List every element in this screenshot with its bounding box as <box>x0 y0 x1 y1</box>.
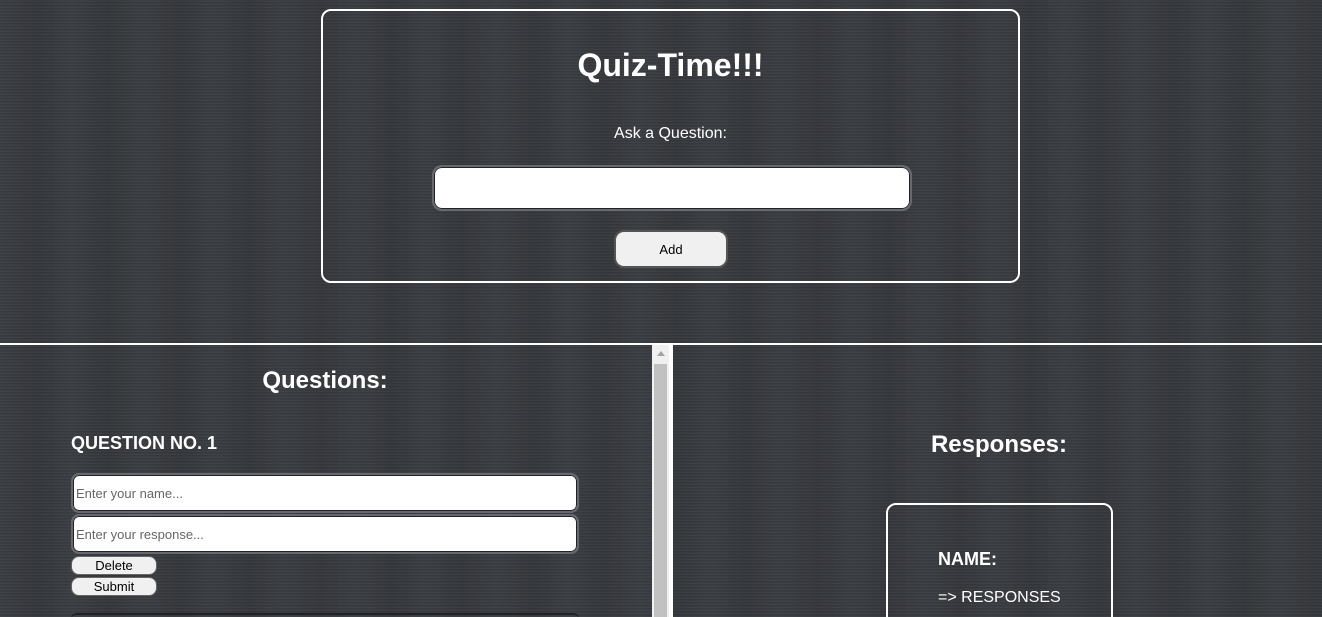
app-title: Quiz-Time!!! <box>577 47 764 83</box>
question-number: QUESTION NO. 1 <box>71 433 218 453</box>
questions-heading: Questions: <box>262 367 388 394</box>
submit-button[interactable]: Submit <box>71 577 157 596</box>
questions-scrollbar[interactable] <box>652 345 669 617</box>
name-input[interactable] <box>71 473 579 513</box>
ask-question-label: Ask a Question: <box>614 125 727 142</box>
add-button[interactable]: Add <box>614 230 728 268</box>
response-input[interactable] <box>71 514 579 554</box>
responses-heading: Responses: <box>930 431 1068 458</box>
scroll-up-arrow-icon[interactable] <box>652 345 669 362</box>
ask-question-card: Quiz-Time!!! Ask a Question: Add <box>321 9 1020 283</box>
scrollbar-thumb[interactable] <box>654 364 667 617</box>
response-card: NAME: => RESPONSES <box>886 503 1113 617</box>
responses-panel: Responses: NAME: => RESPONSES <box>673 345 1322 617</box>
next-question-card-edge <box>71 613 579 617</box>
question-input[interactable] <box>432 165 912 211</box>
response-name-label: NAME: <box>938 549 997 569</box>
delete-button[interactable]: Delete <box>71 556 157 575</box>
response-responses-label: => RESPONSES <box>938 589 1061 606</box>
questions-panel: Questions: QUESTION NO. 1 Delete Submit <box>0 345 652 617</box>
